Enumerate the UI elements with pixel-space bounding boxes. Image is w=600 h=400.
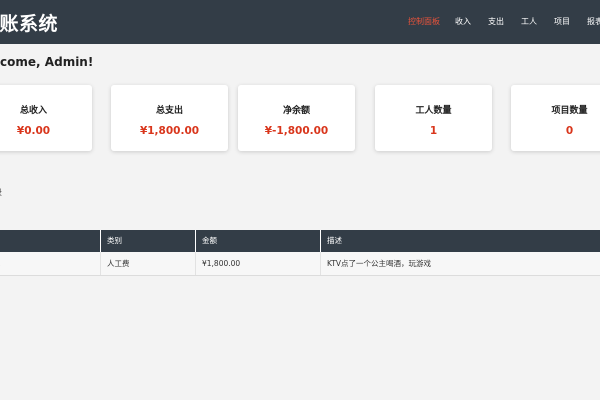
page: 记账系统 控制面板 收入 支出 工人 项目 报表 Welcome, Admin!…	[0, 0, 600, 400]
records-table: 类别 金额 描述 2 人工费 ¥1,800.00 KTV点了一个公主喝酒，玩游戏	[0, 230, 600, 276]
stat-value: ¥1,800.00	[139, 125, 200, 137]
cell-amount: ¥1,800.00	[195, 252, 320, 275]
stat-value: 1	[429, 125, 438, 137]
cell-category: 人工费	[100, 252, 195, 275]
cell-date: 2	[0, 252, 100, 275]
column-header-category: 类别	[100, 230, 195, 252]
column-header-description: 描述	[320, 230, 600, 252]
stat-card-net-balance: 净余额 ¥-1,800.00	[238, 85, 355, 151]
section-title: 录	[0, 187, 2, 198]
stat-title: 项目数量	[551, 106, 588, 116]
cell-description: KTV点了一个公主喝酒，玩游戏	[320, 252, 600, 275]
column-header-date	[0, 230, 100, 252]
stat-card-total-income: 总收入 ¥0.00	[0, 85, 92, 151]
stat-value: ¥0.00	[16, 125, 51, 137]
stat-title: 工人数量	[415, 106, 452, 116]
stat-card-project-count: 项目数量 0	[511, 85, 600, 151]
stat-cards: 总收入 ¥0.00 总支出 ¥1,800.00 净余额 ¥-1,800.00 工…	[0, 0, 600, 400]
stat-title: 净余额	[282, 106, 310, 116]
table-row[interactable]: 2 人工费 ¥1,800.00 KTV点了一个公主喝酒，玩游戏	[0, 252, 600, 276]
stat-title: 总支出	[155, 106, 183, 116]
stat-value: ¥-1,800.00	[264, 125, 329, 137]
stat-title: 总收入	[19, 106, 47, 116]
column-header-amount: 金额	[195, 230, 320, 252]
stat-value: 0	[565, 125, 574, 137]
stat-card-worker-count: 工人数量 1	[375, 85, 492, 151]
table-header: 类别 金额 描述	[0, 230, 600, 252]
stat-card-total-expense: 总支出 ¥1,800.00	[111, 85, 228, 151]
